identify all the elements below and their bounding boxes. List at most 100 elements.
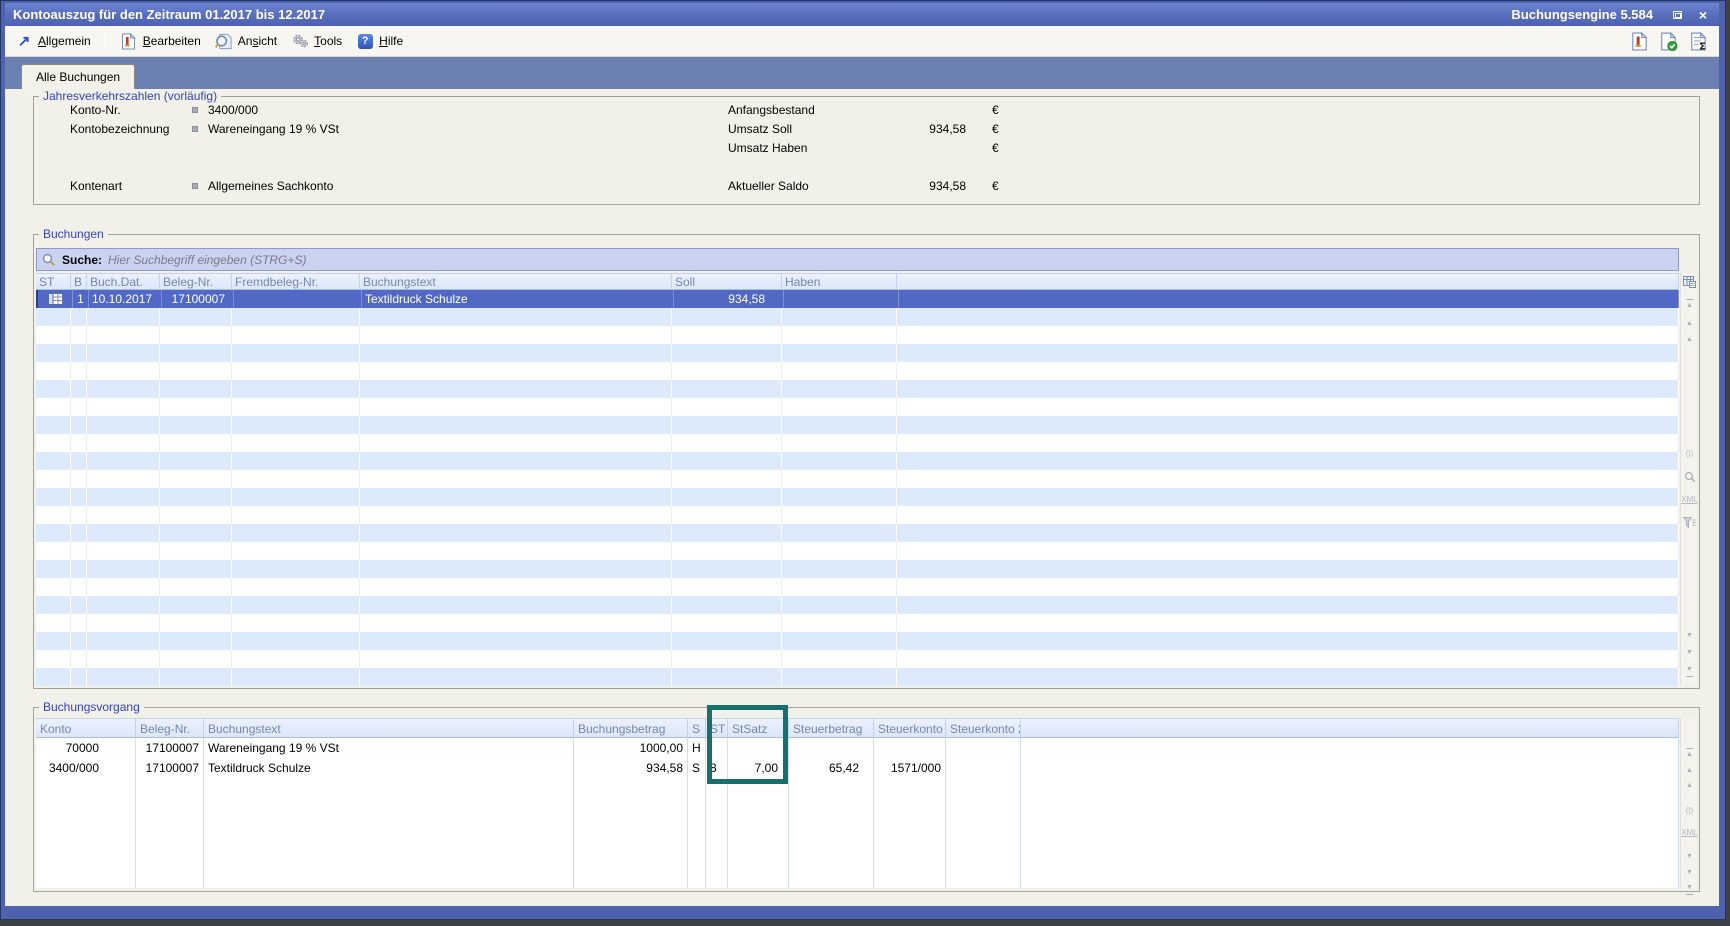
cell-betrag[interactable]: 934,58	[574, 758, 688, 778]
cell-konto[interactable]: 3400/000	[36, 758, 136, 778]
booking-empty-row[interactable]	[36, 488, 1679, 506]
booking-empty-row[interactable]	[36, 416, 1679, 434]
document-sum-icon[interactable]: Σ	[1689, 32, 1709, 51]
tab-alle-buchungen[interactable]: Alle Buchungen	[21, 64, 135, 89]
booking-empty-row[interactable]	[36, 380, 1679, 398]
booking-empty-row[interactable]	[36, 542, 1679, 560]
cell-steuerkonto2[interactable]	[946, 738, 1021, 758]
menu-ansicht[interactable]: Ansicht	[215, 33, 277, 50]
booking-empty-row[interactable]	[36, 308, 1679, 326]
col-stsatz[interactable]: StSatz	[728, 718, 789, 738]
col-st[interactable]: ST	[36, 273, 71, 290]
booking-empty-row[interactable]	[36, 650, 1679, 668]
col-buchungstext[interactable]: Buchungstext	[204, 718, 574, 738]
col-steuerkonto2[interactable]: Steuerkonto 2	[946, 718, 1021, 738]
cell-text[interactable]: Wareneingang 19 % VSt	[204, 738, 574, 758]
xml-export-icon[interactable]: XML	[1681, 828, 1698, 839]
page-up-icon[interactable]: ▲	[1681, 781, 1698, 791]
scroll-up-icon[interactable]: ▲	[1681, 319, 1698, 329]
booking-empty-row[interactable]	[36, 326, 1679, 344]
cell-beleg[interactable]: 17100007	[162, 290, 234, 308]
column-chooser-icon[interactable]	[1681, 276, 1698, 288]
cell-stsatz[interactable]	[728, 738, 789, 758]
booking-empty-row[interactable]	[36, 560, 1679, 578]
column-width-icon[interactable]: (|)	[1681, 806, 1698, 816]
document-check-icon[interactable]	[1659, 32, 1679, 51]
edit-document-icon[interactable]	[1629, 32, 1649, 51]
cell-betrag[interactable]: 1000,00	[574, 738, 688, 758]
cell-konto[interactable]: 70000	[36, 738, 136, 758]
zoom-icon[interactable]	[1681, 471, 1698, 483]
col-s[interactable]: S	[688, 718, 706, 738]
col-buchdat[interactable]: Buch.Dat.	[87, 273, 160, 290]
cell-steuerkonto1[interactable]	[874, 738, 946, 758]
col-steuerkonto1[interactable]: Steuerkonto 1	[874, 718, 946, 738]
col-steuerbetrag[interactable]: Steuerbetrag	[789, 718, 874, 738]
scroll-down-icon[interactable]: ▼	[1681, 648, 1698, 658]
booking-empty-row[interactable]	[36, 470, 1679, 488]
cell-s[interactable]: H	[688, 738, 706, 758]
scroll-up-icon[interactable]: ▲	[1681, 766, 1698, 776]
page-down-icon[interactable]: ▼	[1681, 631, 1698, 641]
cell-st[interactable]: 8	[706, 758, 728, 778]
cell-beleg[interactable]: 17100007	[136, 758, 204, 778]
menu-allgemein[interactable]: ↗ Allgemein	[15, 33, 91, 50]
booking-empty-row[interactable]	[36, 398, 1679, 416]
cell-st[interactable]	[706, 738, 728, 758]
cell-fremdbeleg[interactable]	[234, 290, 362, 308]
cell-beleg[interactable]: 17100007	[136, 738, 204, 758]
cell-steuerkonto1[interactable]: 1571/000	[874, 758, 946, 778]
filter-icon[interactable]	[1681, 517, 1698, 528]
scroll-to-bottom-icon[interactable]: ▼	[1681, 883, 1698, 895]
scroll-to-top-icon[interactable]: ▲	[1681, 299, 1698, 311]
cell-date[interactable]: 10.10.2017	[89, 290, 162, 308]
col-belegnr[interactable]: Beleg-Nr.	[160, 273, 232, 290]
scroll-to-bottom-icon[interactable]: ▼	[1681, 665, 1698, 677]
menu-tools[interactable]: Tools	[291, 33, 342, 50]
cell-haben[interactable]	[784, 290, 899, 308]
booking-empty-row[interactable]	[36, 668, 1679, 686]
cell-text[interactable]: Textildruck Schulze	[362, 290, 674, 308]
booking-empty-row[interactable]	[36, 452, 1679, 470]
cell-text[interactable]: Textildruck Schulze	[204, 758, 574, 778]
booking-empty-row[interactable]	[36, 596, 1679, 614]
booking-empty-row[interactable]	[36, 524, 1679, 542]
vorgang-row[interactable]: 3400/000 17100007 Textildruck Schulze 93…	[36, 758, 1679, 778]
col-buchungsbetrag[interactable]: Buchungsbetrag	[574, 718, 688, 738]
page-up-icon[interactable]: ▲	[1681, 335, 1698, 345]
page-down-icon[interactable]: ▼	[1681, 852, 1698, 862]
cell-s[interactable]: S	[688, 758, 706, 778]
menu-hilfe[interactable]: ? Hilfe	[356, 33, 403, 50]
booking-empty-row[interactable]	[36, 632, 1679, 650]
col-soll[interactable]: Soll	[672, 273, 782, 290]
booking-empty-row[interactable]	[36, 578, 1679, 596]
col-haben[interactable]: Haben	[782, 273, 897, 290]
col-konto[interactable]: Konto	[36, 718, 136, 738]
restore-button[interactable]	[1669, 8, 1685, 22]
col-fremdbelegnr[interactable]: Fremdbeleg-Nr.	[232, 273, 360, 290]
col-b[interactable]: B	[71, 273, 87, 290]
close-button[interactable]: ×	[1695, 8, 1711, 22]
scroll-down-icon[interactable]: ▼	[1681, 868, 1698, 878]
scroll-to-top-icon[interactable]: ▲	[1681, 748, 1698, 760]
booking-empty-row[interactable]	[36, 434, 1679, 452]
cell-soll[interactable]: 934,58	[674, 290, 784, 308]
col-buchungstext[interactable]: Buchungstext	[360, 273, 672, 290]
booking-row-selected[interactable]: 1 10.10.2017 17100007 Textildruck Schulz…	[36, 290, 1679, 308]
cell-steuerbetrag[interactable]	[789, 738, 874, 758]
booking-empty-row[interactable]	[36, 614, 1679, 632]
booking-empty-row[interactable]	[36, 362, 1679, 380]
cell-steuerbetrag[interactable]: 65,42	[789, 758, 874, 778]
cell-steuerkonto2[interactable]	[946, 758, 1021, 778]
column-width-icon[interactable]: (|)	[1681, 449, 1698, 459]
menu-bearbeiten[interactable]: Bearbeiten	[120, 33, 201, 50]
booking-empty-row[interactable]	[36, 506, 1679, 524]
vorgang-row[interactable]: 70000 17100007 Wareneingang 19 % VSt 100…	[36, 738, 1679, 758]
cell-stsatz[interactable]: 7,00	[728, 758, 789, 778]
st-cell[interactable]	[38, 290, 73, 308]
cell-b[interactable]: 1	[73, 290, 89, 308]
col-belegnr[interactable]: Beleg-Nr.	[136, 718, 204, 738]
search-input[interactable]	[108, 253, 1673, 267]
booking-empty-row[interactable]	[36, 344, 1679, 362]
xml-export-icon[interactable]: XML	[1681, 495, 1698, 506]
